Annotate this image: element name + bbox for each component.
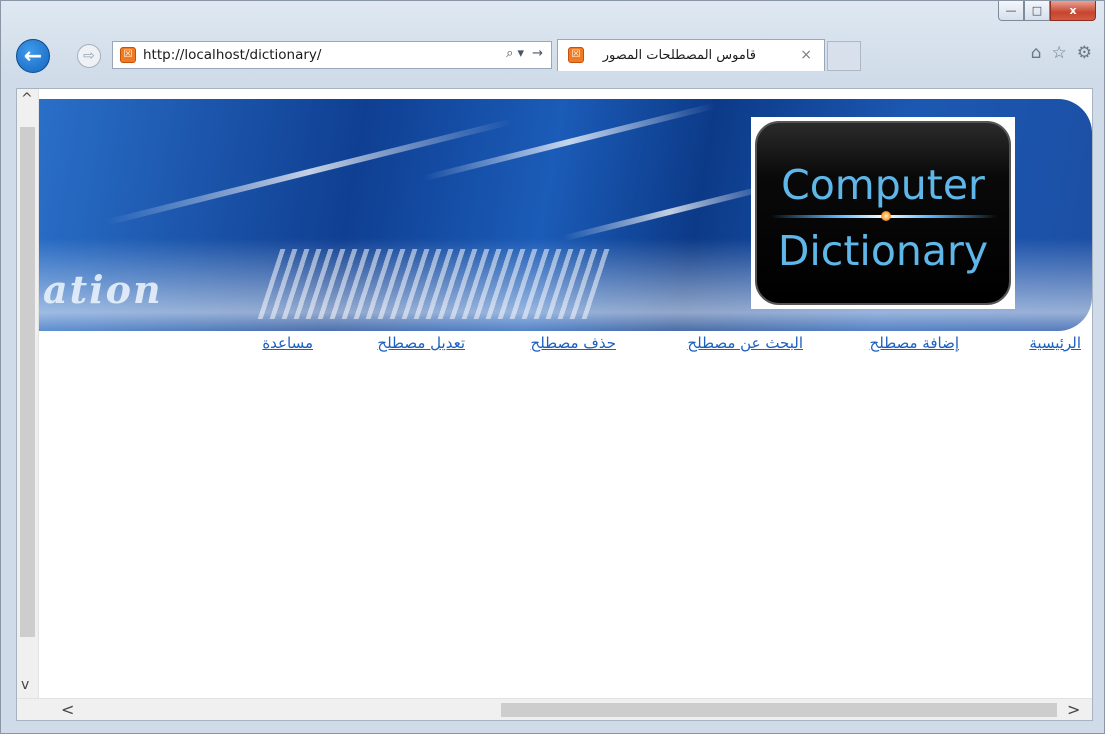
browser-right-icons: ⌂ ☆ ⚙ [1031, 43, 1092, 63]
forward-button[interactable]: ⇨ [77, 44, 101, 68]
nav-link-delete-term[interactable]: حذف مصطلح [531, 334, 616, 352]
scroll-up-icon[interactable]: ^ [21, 91, 33, 107]
banner-stripes [257, 249, 611, 319]
logo-badge: Computer Dictionary [755, 121, 1011, 305]
nav-link-home[interactable]: الرئيسية [1029, 334, 1081, 352]
nav-link-edit-term[interactable]: تعديل مصطلح [377, 334, 465, 352]
main-nav: الرئيسية إضافة مصطلح البحث عن مصطلح حذف … [39, 334, 1089, 364]
nav-link-add-term[interactable]: إضافة مصطلح [870, 334, 959, 352]
horizontal-scrollbar[interactable]: < > [17, 698, 1092, 720]
logo-spark [881, 211, 891, 221]
logo-text-computer: Computer [781, 161, 985, 209]
header-banner: ation Computer Dictionary [39, 99, 1092, 331]
computer-dictionary-logo: Computer Dictionary [751, 117, 1015, 309]
address-url[interactable]: http://localhost/dictionary/ [143, 47, 321, 63]
forward-arrow-icon: ⇨ [83, 48, 95, 64]
go-arrow-icon[interactable]: → [532, 46, 543, 61]
browser-tab-active[interactable]: ☒ قاموس المصطلحات المصور × [557, 39, 825, 71]
banner-word: ation [43, 267, 163, 312]
horizontal-scroll-thumb[interactable] [501, 703, 1057, 717]
scroll-right-icon[interactable]: > [1067, 700, 1080, 719]
close-button[interactable]: x [1050, 1, 1096, 21]
page-viewport: ^ v ation Computer Dictionary الرئيسية إ… [16, 88, 1093, 721]
browser-toolbar: ← ⇨ ☒ http://localhost/dictionary/ ⌕ ▾ →… [1, 27, 1106, 87]
back-arrow-icon: ← [23, 43, 43, 69]
back-button[interactable]: ← [16, 39, 50, 73]
address-bar[interactable]: ☒ http://localhost/dictionary/ ⌕ ▾ → [112, 41, 552, 69]
site-favicon-icon: ☒ [120, 47, 136, 63]
vertical-scrollbar[interactable]: ^ v [17, 89, 39, 700]
search-dropdown-icon[interactable]: ⌕ ▾ [506, 46, 524, 61]
tab-title: قاموس المصطلحات المصور [602, 48, 756, 63]
banner-streak [422, 102, 716, 182]
minimize-button[interactable]: — [998, 1, 1024, 21]
home-icon[interactable]: ⌂ [1031, 43, 1042, 63]
new-tab-button[interactable] [827, 41, 861, 71]
banner-streak [561, 182, 777, 242]
settings-gear-icon[interactable]: ⚙ [1077, 43, 1092, 63]
tab-close-icon[interactable]: × [800, 47, 812, 63]
maximize-button[interactable]: □ [1024, 1, 1050, 21]
address-tools: ⌕ ▾ → [506, 46, 543, 61]
browser-window: — □ x ← ⇨ ☒ http://localhost/dictionary/… [0, 0, 1105, 734]
logo-text-dictionary: Dictionary [777, 227, 989, 275]
scroll-down-icon[interactable]: v [21, 677, 29, 693]
scroll-left-icon[interactable]: < [61, 700, 74, 719]
tab-favicon-icon: ☒ [568, 47, 584, 63]
nav-link-search-term[interactable]: البحث عن مصطلح [687, 334, 803, 352]
web-page: ation Computer Dictionary الرئيسية إضافة… [39, 89, 1092, 700]
vertical-scroll-thumb[interactable] [20, 127, 35, 637]
favorites-star-icon[interactable]: ☆ [1052, 43, 1067, 63]
window-caption-buttons: — □ x [998, 1, 1096, 23]
nav-link-help[interactable]: مساعدة [262, 334, 313, 352]
